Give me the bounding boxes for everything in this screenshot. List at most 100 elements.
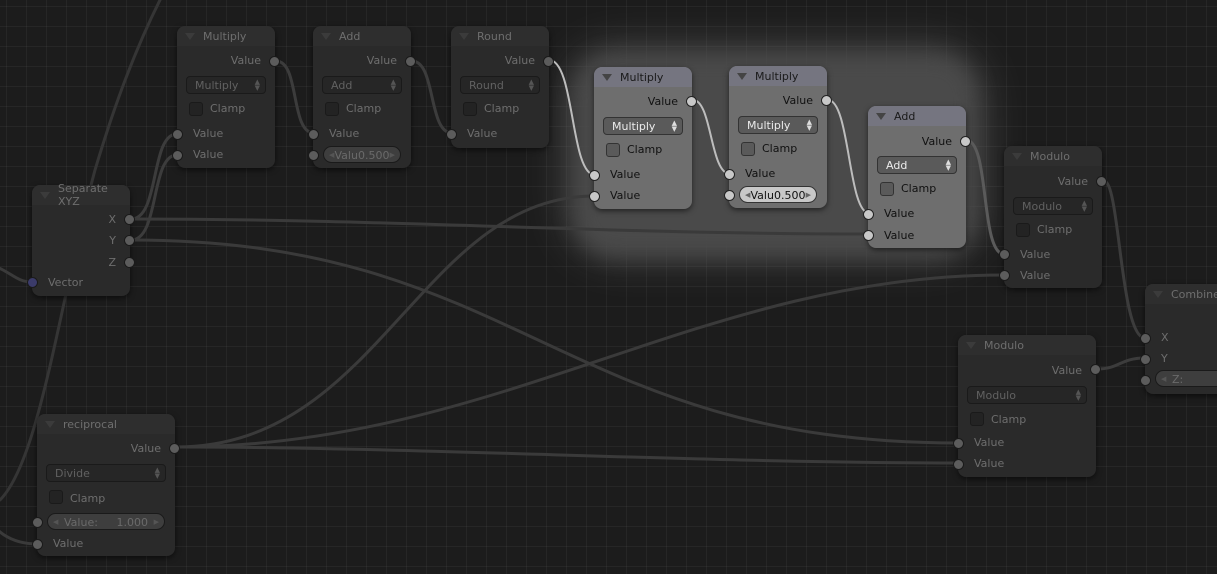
input-socket[interactable] — [172, 150, 183, 161]
output-socket[interactable] — [821, 95, 832, 106]
node-title: Add — [894, 109, 916, 123]
decrement-icon[interactable]: ◀ — [329, 147, 334, 164]
decrement-icon[interactable]: ◀ — [1161, 371, 1166, 388]
vector-input-socket[interactable] — [27, 277, 38, 288]
operation-select[interactable]: Modulo ▲ ▼ — [967, 386, 1087, 404]
output-socket[interactable] — [169, 443, 180, 454]
operation-select[interactable]: Modulo ▲ ▼ — [1013, 197, 1093, 215]
clamp-checkbox[interactable] — [606, 143, 620, 157]
node-header[interactable]: Multiply — [729, 66, 827, 86]
collapse-icon[interactable] — [185, 32, 195, 40]
operation-select[interactable]: Round ▲ ▼ — [460, 76, 540, 94]
collapse-icon[interactable] — [737, 72, 747, 80]
clamp-checkbox[interactable] — [1016, 223, 1030, 237]
output-socket[interactable] — [960, 136, 971, 147]
node-header[interactable]: Modulo — [958, 335, 1096, 355]
operation-select[interactable]: Add ▲ ▼ — [322, 76, 402, 94]
value-field[interactable]: ◀ Valu0.500 ▶ — [323, 146, 401, 163]
increment-icon[interactable]: ▶ — [154, 514, 159, 531]
node-multiply-2[interactable]: Multiply Value Multiply ▲ ▼ Clamp Value Va… — [589, 67, 697, 209]
input-socket[interactable] — [724, 190, 735, 201]
operation-select[interactable]: Add ▲ ▼ — [877, 156, 957, 174]
z-field[interactable]: ◀ Z: — [1155, 370, 1217, 387]
output-socket-x[interactable] — [124, 214, 135, 225]
node-header[interactable]: Separate XYZ — [32, 182, 130, 208]
node-title: reciprocal — [63, 417, 117, 431]
node-header[interactable]: Multiply — [177, 26, 275, 46]
clamp-checkbox[interactable] — [49, 490, 63, 504]
input-socket[interactable] — [863, 209, 874, 220]
output-socket[interactable] — [1090, 364, 1101, 375]
increment-icon[interactable]: ▶ — [390, 147, 395, 164]
input-socket[interactable] — [32, 539, 43, 550]
node-combine-xyz[interactable]: Combine X X Y ◀ Z: — [1140, 284, 1217, 394]
updown-icon: ▲ ▼ — [806, 118, 812, 132]
operation-select[interactable]: Multiply ▲ ▼ — [603, 117, 683, 135]
output-socket[interactable] — [405, 56, 416, 67]
clamp-checkbox[interactable] — [741, 142, 755, 156]
input-socket[interactable] — [589, 191, 600, 202]
input-socket-z[interactable] — [1140, 375, 1151, 386]
input-socket[interactable] — [446, 129, 457, 140]
output-socket[interactable] — [1096, 176, 1107, 187]
node-header[interactable]: Modulo — [1004, 146, 1102, 166]
collapse-icon[interactable] — [876, 112, 886, 120]
collapse-icon[interactable] — [321, 32, 331, 40]
input-socket-x[interactable] — [1140, 333, 1151, 344]
input-socket[interactable] — [308, 150, 319, 161]
link — [174, 194, 597, 449]
input-socket[interactable] — [308, 129, 319, 140]
node-add-2[interactable]: Add Value Add ▲ ▼ Clamp Value Value — [863, 106, 971, 248]
input-socket[interactable] — [953, 438, 964, 449]
clamp-checkbox[interactable] — [970, 412, 984, 426]
value-field[interactable]: ◀ Valu0.500 ▶ — [739, 186, 817, 203]
input-socket[interactable] — [172, 129, 183, 140]
collapse-icon[interactable] — [1012, 152, 1022, 160]
node-header[interactable]: Add — [868, 106, 966, 126]
input-socket[interactable] — [863, 230, 874, 241]
node-multiply-3[interactable]: Multiply Value Multiply ▲ ▼ Clamp Value ◀ V… — [724, 66, 832, 208]
collapse-icon[interactable] — [602, 73, 612, 81]
operation-select[interactable]: Multiply ▲ ▼ — [186, 76, 266, 94]
output-socket-z[interactable] — [124, 257, 135, 268]
input-socket[interactable] — [953, 459, 964, 470]
value-field[interactable]: ◀ Value: 1.000 ▶ — [47, 513, 165, 530]
node-header[interactable]: Add — [313, 26, 411, 46]
clamp-checkbox[interactable] — [463, 102, 477, 116]
input-socket-y[interactable] — [1140, 354, 1151, 365]
clamp-checkbox[interactable] — [880, 182, 894, 196]
clamp-checkbox[interactable] — [189, 102, 203, 116]
increment-icon[interactable]: ▶ — [806, 187, 811, 204]
node-reciprocal[interactable]: reciprocal Value Divide ▲ ▼ Clamp ◀ Value: 1… — [32, 414, 180, 556]
node-add-1[interactable]: Add Value Add ▲ ▼ Clamp Value ◀ Valu0.500 ▶ — [308, 26, 416, 168]
input-socket[interactable] — [589, 170, 600, 181]
clamp-checkbox[interactable] — [325, 102, 339, 116]
select-value: Multiply — [195, 79, 239, 92]
operation-select[interactable]: Divide ▲ ▼ — [46, 464, 166, 482]
output-socket-y[interactable] — [124, 235, 135, 246]
collapse-icon[interactable] — [1153, 290, 1163, 298]
collapse-icon[interactable] — [40, 191, 50, 199]
input-socket[interactable] — [724, 169, 735, 180]
node-separate-xyz[interactable]: Separate XYZ X Y Z Vector — [27, 182, 135, 296]
decrement-icon[interactable]: ◀ — [745, 187, 750, 204]
input-socket[interactable] — [999, 249, 1010, 260]
node-modulo-2[interactable]: Modulo Value Modulo ▲ ▼ Clamp Value Value — [953, 335, 1101, 477]
node-header[interactable]: Combine X — [1145, 284, 1217, 304]
decrement-icon[interactable]: ◀ — [53, 514, 58, 531]
collapse-icon[interactable] — [459, 32, 469, 40]
node-header[interactable]: reciprocal — [37, 414, 175, 434]
node-modulo-1[interactable]: Modulo Value Modulo ▲ ▼ Clamp Value Value — [999, 146, 1107, 288]
output-socket[interactable] — [269, 56, 280, 67]
input-socket[interactable] — [32, 517, 43, 528]
node-header[interactable]: Round — [451, 26, 549, 46]
collapse-icon[interactable] — [966, 341, 976, 349]
output-socket[interactable] — [543, 56, 554, 67]
input-socket[interactable] — [999, 270, 1010, 281]
node-round[interactable]: Round Value Round ▲ ▼ Clamp Value — [446, 26, 554, 148]
collapse-icon[interactable] — [45, 420, 55, 428]
operation-select[interactable]: Multiply ▲ ▼ — [738, 116, 818, 134]
node-header[interactable]: Multiply — [594, 67, 692, 87]
output-socket[interactable] — [686, 96, 697, 107]
node-multiply-1[interactable]: Multiply Value Multiply ▲ ▼ Clamp Value Va… — [172, 26, 280, 168]
